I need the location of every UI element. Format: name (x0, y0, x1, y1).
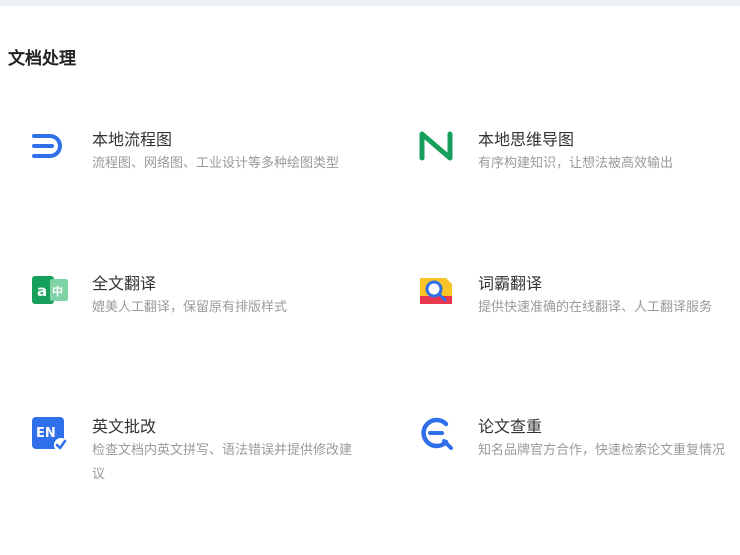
svg-text:a: a (37, 282, 47, 300)
flowchart-icon (30, 126, 70, 166)
tool-description: 提供快速准确的在线翻译、人工翻译服务 (478, 300, 713, 315)
tool-name: 词霸翻译 (478, 274, 543, 293)
tool-description: 有序构建知识，让想法被高效输出 (478, 156, 674, 171)
top-bar (0, 0, 740, 6)
tool-description: 流程图、网络图、工业设计等多种绘图类型 (92, 156, 340, 171)
svg-text:EN: EN (36, 426, 56, 441)
tool-name: 论文查重 (478, 417, 543, 436)
english-check-icon: EN (30, 413, 70, 453)
translate-icon: a 中 (30, 270, 70, 310)
plagiarism-check-icon (416, 413, 456, 453)
iciba-icon (416, 270, 456, 310)
section-title: 文档处理 (8, 49, 76, 69)
tool-description: 检查文档内英文拼写、语法错误并提供修改建议 (92, 443, 353, 482)
tool-name: 本地思维导图 (478, 130, 575, 149)
tool-description: 知名品牌官方合作，快速检索论文重复情况 (478, 443, 726, 458)
tool-name: 全文翻译 (92, 274, 157, 293)
tool-description: 媲美人工翻译，保留原有排版样式 (92, 300, 288, 315)
tool-name: 本地流程图 (92, 130, 173, 149)
svg-text:中: 中 (52, 284, 63, 298)
tool-name: 英文批改 (92, 417, 157, 436)
mindmap-icon (416, 126, 456, 166)
